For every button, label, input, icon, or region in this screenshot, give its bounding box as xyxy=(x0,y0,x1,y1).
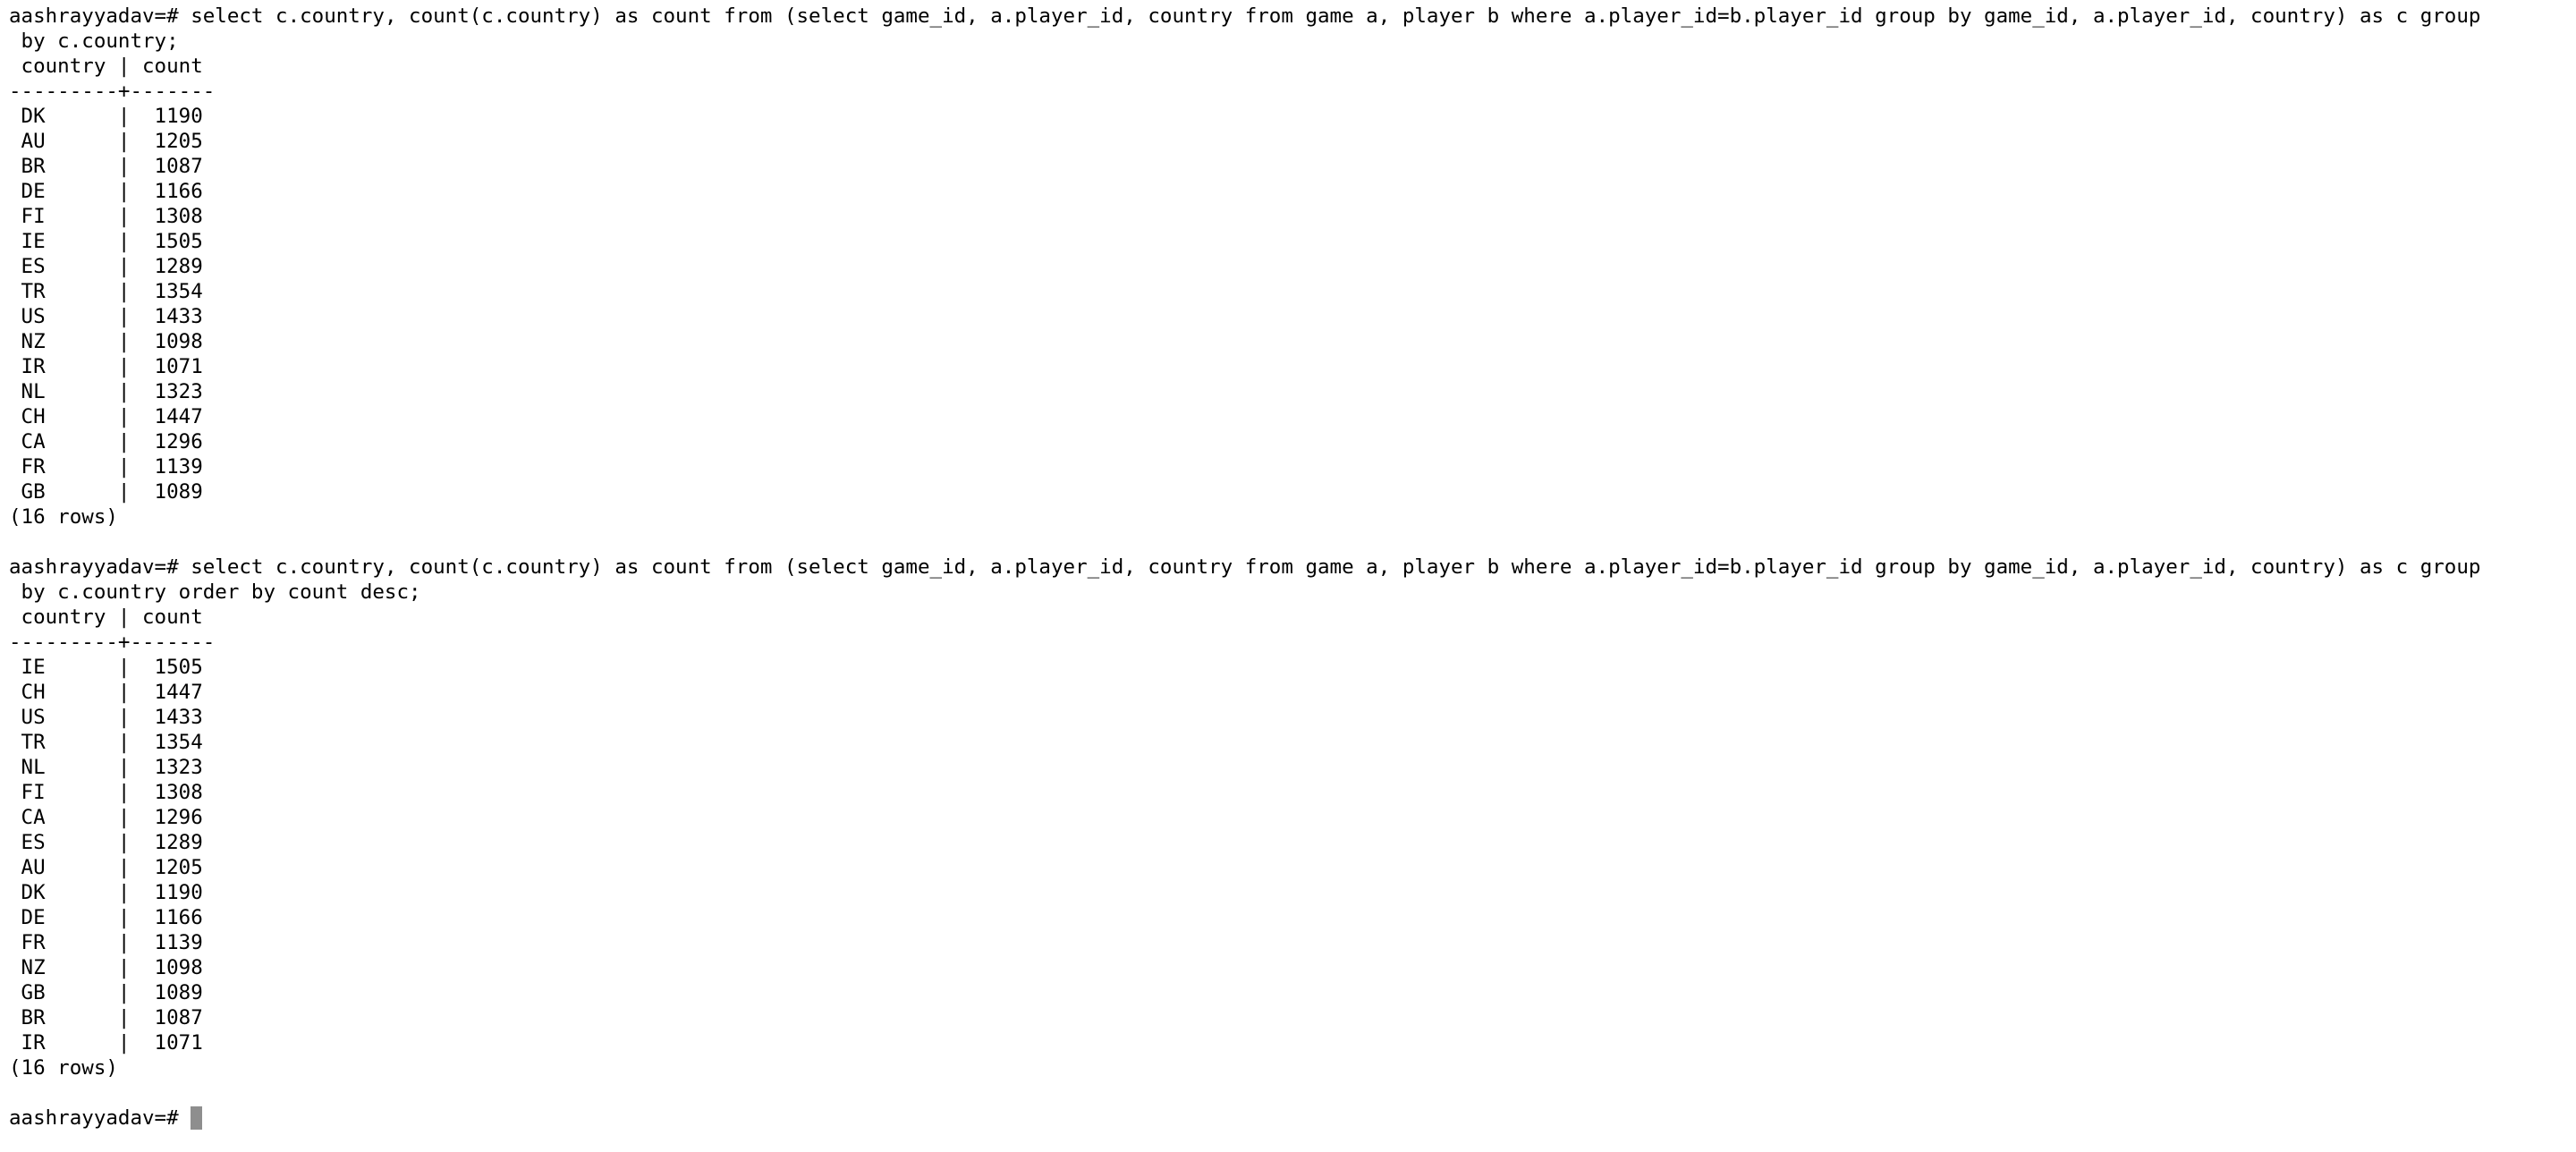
result-row: ES | 1289 xyxy=(9,831,203,854)
result-row: AU | 1205 xyxy=(9,856,203,879)
result-header-2: country | count xyxy=(9,606,216,629)
prompt: aashrayyadav=# xyxy=(9,1106,191,1130)
result-row: NL | 1323 xyxy=(9,380,203,403)
result-row: FR | 1139 xyxy=(9,931,203,954)
row-count-footer-2: (16 rows) xyxy=(9,1056,118,1080)
result-row: AU | 1205 xyxy=(9,130,203,153)
prompt: aashrayyadav=# xyxy=(9,4,191,28)
result-row: GB | 1089 xyxy=(9,480,203,504)
active-prompt-line[interactable]: aashrayyadav=# xyxy=(9,1105,2576,1131)
result-separator-2: ---------+------- xyxy=(9,631,216,654)
result-row: IE | 1505 xyxy=(9,230,203,253)
result-row: CA | 1296 xyxy=(9,430,203,453)
command-text: select c.country, count(c.country) as co… xyxy=(191,4,2481,28)
result-row: IR | 1071 xyxy=(9,1031,203,1055)
result-row: NZ | 1098 xyxy=(9,330,203,353)
result-header-1: country | count xyxy=(9,55,216,78)
result-row: BR | 1087 xyxy=(9,155,203,178)
command-line-1: aashrayyadav=# select c.country, count(c… xyxy=(9,4,2576,29)
result-row: DE | 1166 xyxy=(9,906,203,929)
text-cursor xyxy=(191,1106,203,1130)
result-row: US | 1433 xyxy=(9,305,203,328)
row-count-footer-1: (16 rows) xyxy=(9,505,118,529)
command-line-2-wrap: by c.country order by count desc; xyxy=(9,580,421,604)
result-row: NL | 1323 xyxy=(9,756,203,779)
command-text: select c.country, count(c.country) as co… xyxy=(191,555,2481,579)
result-row: DE | 1166 xyxy=(9,180,203,203)
result-row: CA | 1296 xyxy=(9,806,203,829)
result-row: TR | 1354 xyxy=(9,280,203,303)
result-row: BR | 1087 xyxy=(9,1006,203,1029)
result-row: TR | 1354 xyxy=(9,731,203,754)
result-row: GB | 1089 xyxy=(9,981,203,1004)
prompt: aashrayyadav=# xyxy=(9,555,191,579)
result-row: ES | 1289 xyxy=(9,255,203,278)
result-row: CH | 1447 xyxy=(9,405,203,428)
result-row: CH | 1447 xyxy=(9,681,203,704)
command-line-2: aashrayyadav=# select c.country, count(c… xyxy=(9,555,2576,580)
result-row: DK | 1190 xyxy=(9,881,203,904)
result-row: NZ | 1098 xyxy=(9,956,203,979)
terminal-window[interactable]: ^ aashrayyadav=# select c.country, count… xyxy=(0,0,2576,1152)
result-row: FI | 1308 xyxy=(9,781,203,804)
result-row: US | 1433 xyxy=(9,706,203,729)
command-line-1-wrap: by c.country; xyxy=(9,30,179,53)
result-row: IE | 1505 xyxy=(9,656,203,679)
scroll-caret-mark: ^ xyxy=(195,0,204,5)
result-row: DK | 1190 xyxy=(9,105,203,128)
result-row: FI | 1308 xyxy=(9,205,203,228)
result-separator-1: ---------+------- xyxy=(9,80,216,103)
result-row: IR | 1071 xyxy=(9,355,203,378)
result-row: FR | 1139 xyxy=(9,455,203,479)
